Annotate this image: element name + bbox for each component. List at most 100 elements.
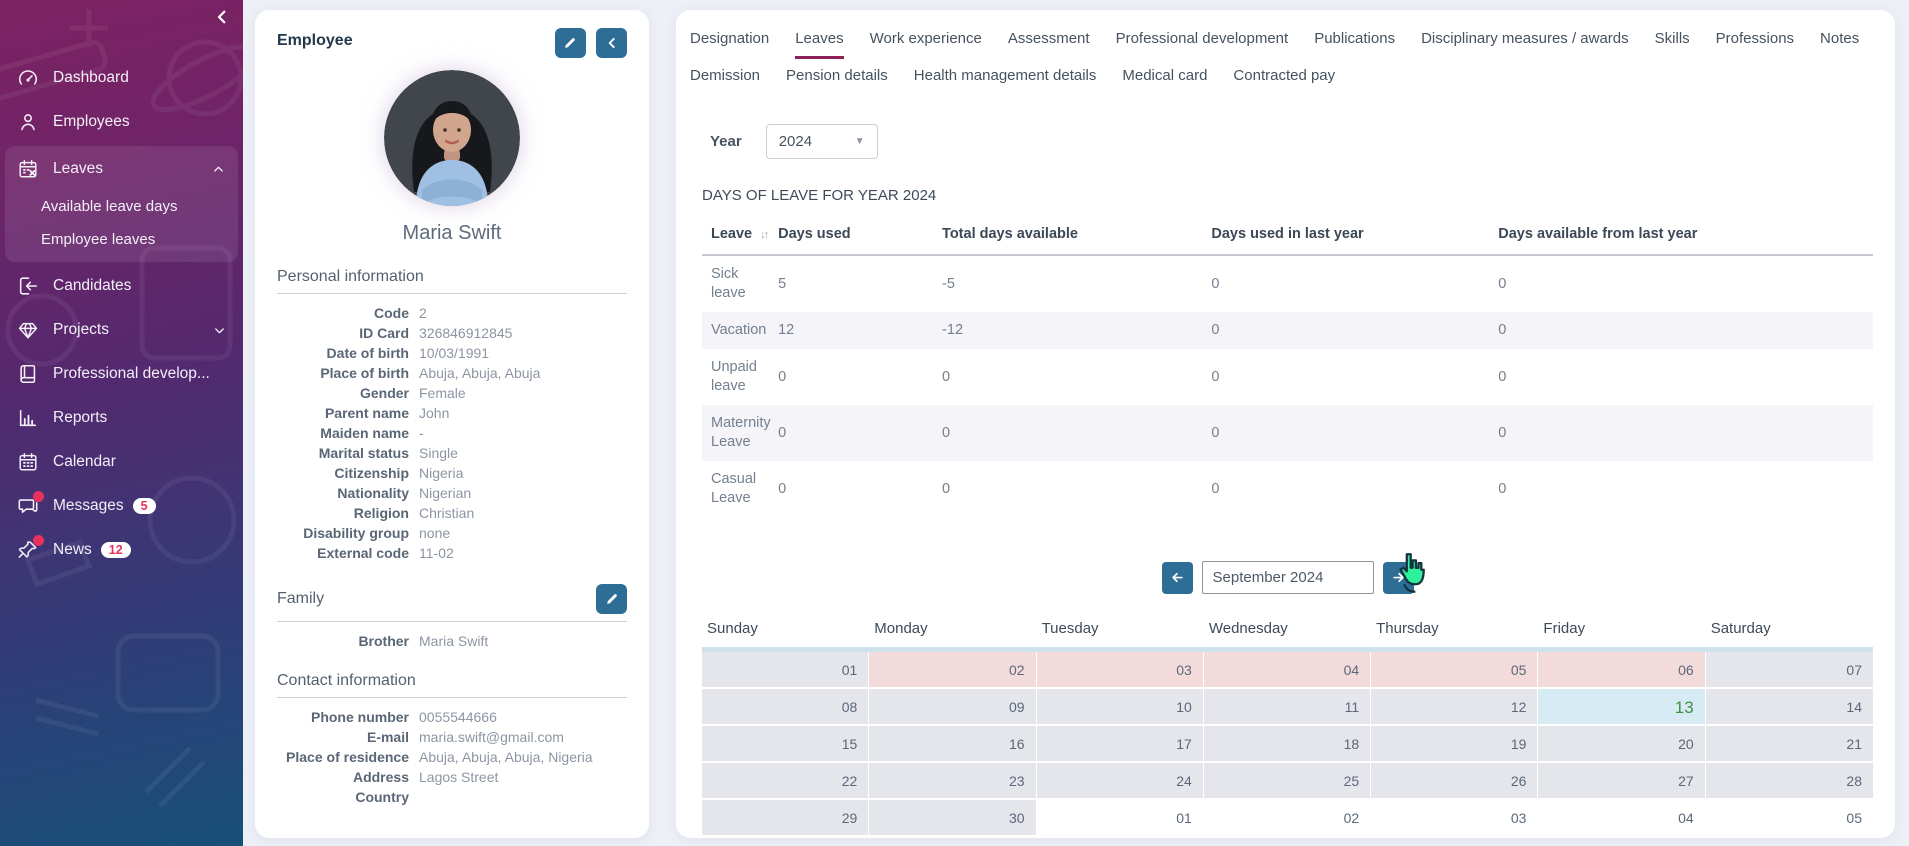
calendar-day-04[interactable]: 04 (1204, 652, 1371, 689)
sidebar-item-label: Employees (53, 113, 130, 131)
sidebar-item-news[interactable]: News12 (0, 528, 243, 572)
sidebar-item-candidates[interactable]: Candidates (0, 264, 243, 308)
leave-cell: 0 (1211, 312, 1498, 349)
tab-work-experience[interactable]: Work experience (870, 22, 982, 59)
field-label: Maiden name (277, 425, 409, 441)
collapse-panel-button[interactable] (596, 28, 627, 58)
calendar-day-21[interactable]: 21 (1706, 726, 1873, 763)
calendar-day-30[interactable]: 30 (869, 800, 1036, 837)
edit-family-button[interactable] (596, 584, 627, 614)
leave-row-sick-leave: Sick leave5-500 (702, 255, 1873, 312)
field-country: Country (277, 789, 627, 805)
calendar-day-19[interactable]: 19 (1371, 726, 1538, 763)
calendar-day-02[interactable]: 02 (1204, 800, 1371, 837)
sidebar-item-messages[interactable]: Messages5 (0, 484, 243, 528)
sidebar-item-reports[interactable]: Reports (0, 396, 243, 440)
field-label: Place of residence (277, 749, 409, 765)
tab-assessment[interactable]: Assessment (1008, 22, 1090, 59)
tab-professional-development[interactable]: Professional development (1116, 22, 1289, 59)
tab-health-management-details[interactable]: Health management details (914, 59, 1097, 96)
calendar-day-13[interactable]: 13 (1538, 689, 1705, 726)
calendar-day-03[interactable]: 03 (1371, 800, 1538, 837)
edit-employee-button[interactable] (555, 28, 586, 58)
sidebar-item-projects[interactable]: Projects (0, 308, 243, 352)
employee-card: Employee (255, 10, 649, 838)
calendar-day-06[interactable]: 06 (1538, 652, 1705, 689)
sidebar-item-leaves[interactable]: Leaves (5, 148, 238, 190)
count-badge: 12 (101, 542, 131, 558)
section-heading: Contact information (277, 672, 416, 690)
calendar-day-23[interactable]: 23 (869, 763, 1036, 800)
calendar-day-04[interactable]: 04 (1538, 800, 1705, 837)
calendar-day-12[interactable]: 12 (1371, 689, 1538, 726)
sidebar-subitem-available-leave-days[interactable]: Available leave days (5, 190, 238, 223)
leave-cell: 0 (1498, 312, 1873, 349)
calendar-day-18[interactable]: 18 (1204, 726, 1371, 763)
calendar-day-15[interactable]: 15 (702, 726, 869, 763)
calendar-day-10[interactable]: 10 (1037, 689, 1204, 726)
calendar-day-05[interactable]: 05 (1371, 652, 1538, 689)
calendar-day-09[interactable]: 09 (869, 689, 1036, 726)
calendar-day-26[interactable]: 26 (1371, 763, 1538, 800)
sidebar-collapse-button[interactable] (213, 8, 231, 31)
next-month-button[interactable] (1383, 562, 1414, 594)
sidebar-item-calendar[interactable]: Calendar (0, 440, 243, 484)
calendar-day-01[interactable]: 01 (1037, 800, 1204, 837)
tab-professions[interactable]: Professions (1716, 22, 1794, 59)
calendar-day-28[interactable]: 28 (1706, 763, 1873, 800)
calendar-day-29[interactable]: 29 (702, 800, 869, 837)
field-date-of-birth: Date of birth10/03/1991 (277, 345, 627, 361)
field-value: 11-02 (419, 545, 454, 561)
calendar-day-08[interactable]: 08 (702, 689, 869, 726)
calendar-day-17[interactable]: 17 (1037, 726, 1204, 763)
person-icon (16, 110, 40, 134)
field-value: Nigeria (419, 465, 463, 481)
calendar-day-22[interactable]: 22 (702, 763, 869, 800)
calendar-day-03[interactable]: 03 (1037, 652, 1204, 689)
calendar-day-25[interactable]: 25 (1204, 763, 1371, 800)
year-select[interactable]: 2024 ▼ (766, 124, 878, 159)
field-value: 326846912845 (419, 325, 512, 341)
calendar-day-05[interactable]: 05 (1706, 800, 1873, 837)
leave-calendar: SundayMondayTuesdayWednesdayThursdayFrid… (702, 618, 1873, 837)
field-label: Gender (277, 385, 409, 401)
field-value: Christian (419, 505, 474, 521)
tab-publications[interactable]: Publications (1314, 22, 1395, 59)
sort-icon[interactable]: ↓↑ (760, 229, 767, 241)
tab-skills[interactable]: Skills (1655, 22, 1690, 59)
tab-pension-details[interactable]: Pension details (786, 59, 888, 96)
calendar-day-14[interactable]: 14 (1706, 689, 1873, 726)
calendar-day-24[interactable]: 24 (1037, 763, 1204, 800)
tab-disciplinary-measures-awards[interactable]: Disciplinary measures / awards (1421, 22, 1629, 59)
tab-medical-card[interactable]: Medical card (1122, 59, 1207, 96)
calendar-day-27[interactable]: 27 (1538, 763, 1705, 800)
tab-leaves[interactable]: Leaves (795, 22, 843, 59)
column-header-days-used-in-last-year: Days used in last year (1211, 216, 1498, 255)
calendar-day-11[interactable]: 11 (1204, 689, 1371, 726)
sidebar-item-employees[interactable]: Employees (0, 100, 243, 144)
section-family: FamilyBrotherMaria Swift (277, 584, 627, 649)
sidebar-subitem-employee-leaves[interactable]: Employee leaves (5, 223, 238, 256)
calendar-day-01[interactable]: 01 (702, 652, 869, 689)
calendar-icon (16, 450, 40, 474)
prev-month-button[interactable] (1162, 562, 1193, 594)
field-label: Place of birth (277, 365, 409, 381)
sidebar-nav: Dashboard Employees LeavesAvailable leave … (0, 56, 243, 572)
sidebar-item-professional-develop[interactable]: Professional develop... (0, 352, 243, 396)
sidebar-item-label: Professional develop... (53, 365, 210, 383)
section-heading: Personal information (277, 268, 424, 286)
column-header-leave[interactable]: Leave↓↑ (702, 216, 778, 255)
leave-table: Leave↓↑Days usedTotal days availableDays… (702, 216, 1873, 517)
sidebar-item-dashboard[interactable]: Dashboard (0, 56, 243, 100)
tab-notes[interactable]: Notes (1820, 22, 1859, 59)
tab-demission[interactable]: Demission (690, 59, 760, 96)
sidebar-group-leaves: LeavesAvailable leave daysEmployee leave… (5, 146, 238, 262)
month-input[interactable] (1202, 561, 1374, 594)
calendar-day-20[interactable]: 20 (1538, 726, 1705, 763)
calendar-day-07[interactable]: 07 (1706, 652, 1873, 689)
leave-cell: 0 (1498, 255, 1873, 312)
calendar-day-02[interactable]: 02 (869, 652, 1036, 689)
calendar-day-16[interactable]: 16 (869, 726, 1036, 763)
tab-designation[interactable]: Designation (690, 22, 769, 59)
tab-contracted-pay[interactable]: Contracted pay (1233, 59, 1335, 96)
